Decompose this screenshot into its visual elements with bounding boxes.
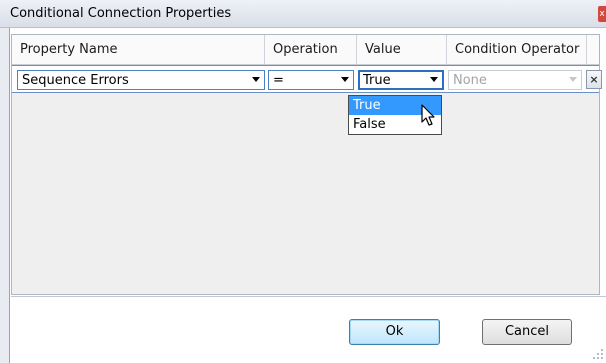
property-name-select[interactable]: Sequence Errors — [17, 70, 265, 90]
value-select[interactable]: True — [358, 70, 444, 90]
window-title: Conditional Connection Properties — [10, 6, 232, 21]
window-frame-left — [0, 28, 10, 363]
remove-row-button[interactable]: × — [586, 70, 602, 89]
cancel-button[interactable]: Cancel — [482, 319, 572, 345]
footer-divider — [11, 296, 606, 297]
resize-grip-icon[interactable] — [592, 348, 604, 360]
column-header-operation[interactable]: Operation — [265, 35, 357, 64]
mouse-pointer-icon — [421, 104, 435, 126]
chevron-down-icon — [341, 77, 349, 82]
column-header-value[interactable]: Value — [357, 35, 447, 64]
condition-operator-value: None — [453, 73, 487, 88]
chevron-down-icon — [430, 77, 438, 82]
chevron-down-icon — [252, 77, 260, 82]
table-row[interactable]: Sequence Errors = True None × — [12, 65, 602, 93]
chevron-down-icon — [569, 77, 577, 82]
property-name-value: Sequence Errors — [22, 73, 129, 88]
remove-row-icon: × — [589, 73, 599, 86]
column-header-property-name[interactable]: Property Name — [12, 35, 265, 64]
close-icon: x — [599, 9, 605, 19]
ok-button[interactable]: Ok — [349, 319, 440, 345]
operation-value: = — [273, 73, 284, 88]
title-bar[interactable]: Conditional Connection Properties x — [0, 0, 606, 28]
conditions-grid: Property Name Operation Value Condition … — [11, 34, 602, 295]
value-value: True — [363, 73, 391, 88]
grid-header: Property Name Operation Value Condition … — [12, 35, 599, 65]
column-header-condition-operator[interactable]: Condition Operator — [447, 35, 587, 64]
close-button[interactable]: x — [598, 6, 606, 22]
operation-select[interactable]: = — [268, 70, 354, 90]
condition-operator-select[interactable]: None — [448, 70, 582, 90]
